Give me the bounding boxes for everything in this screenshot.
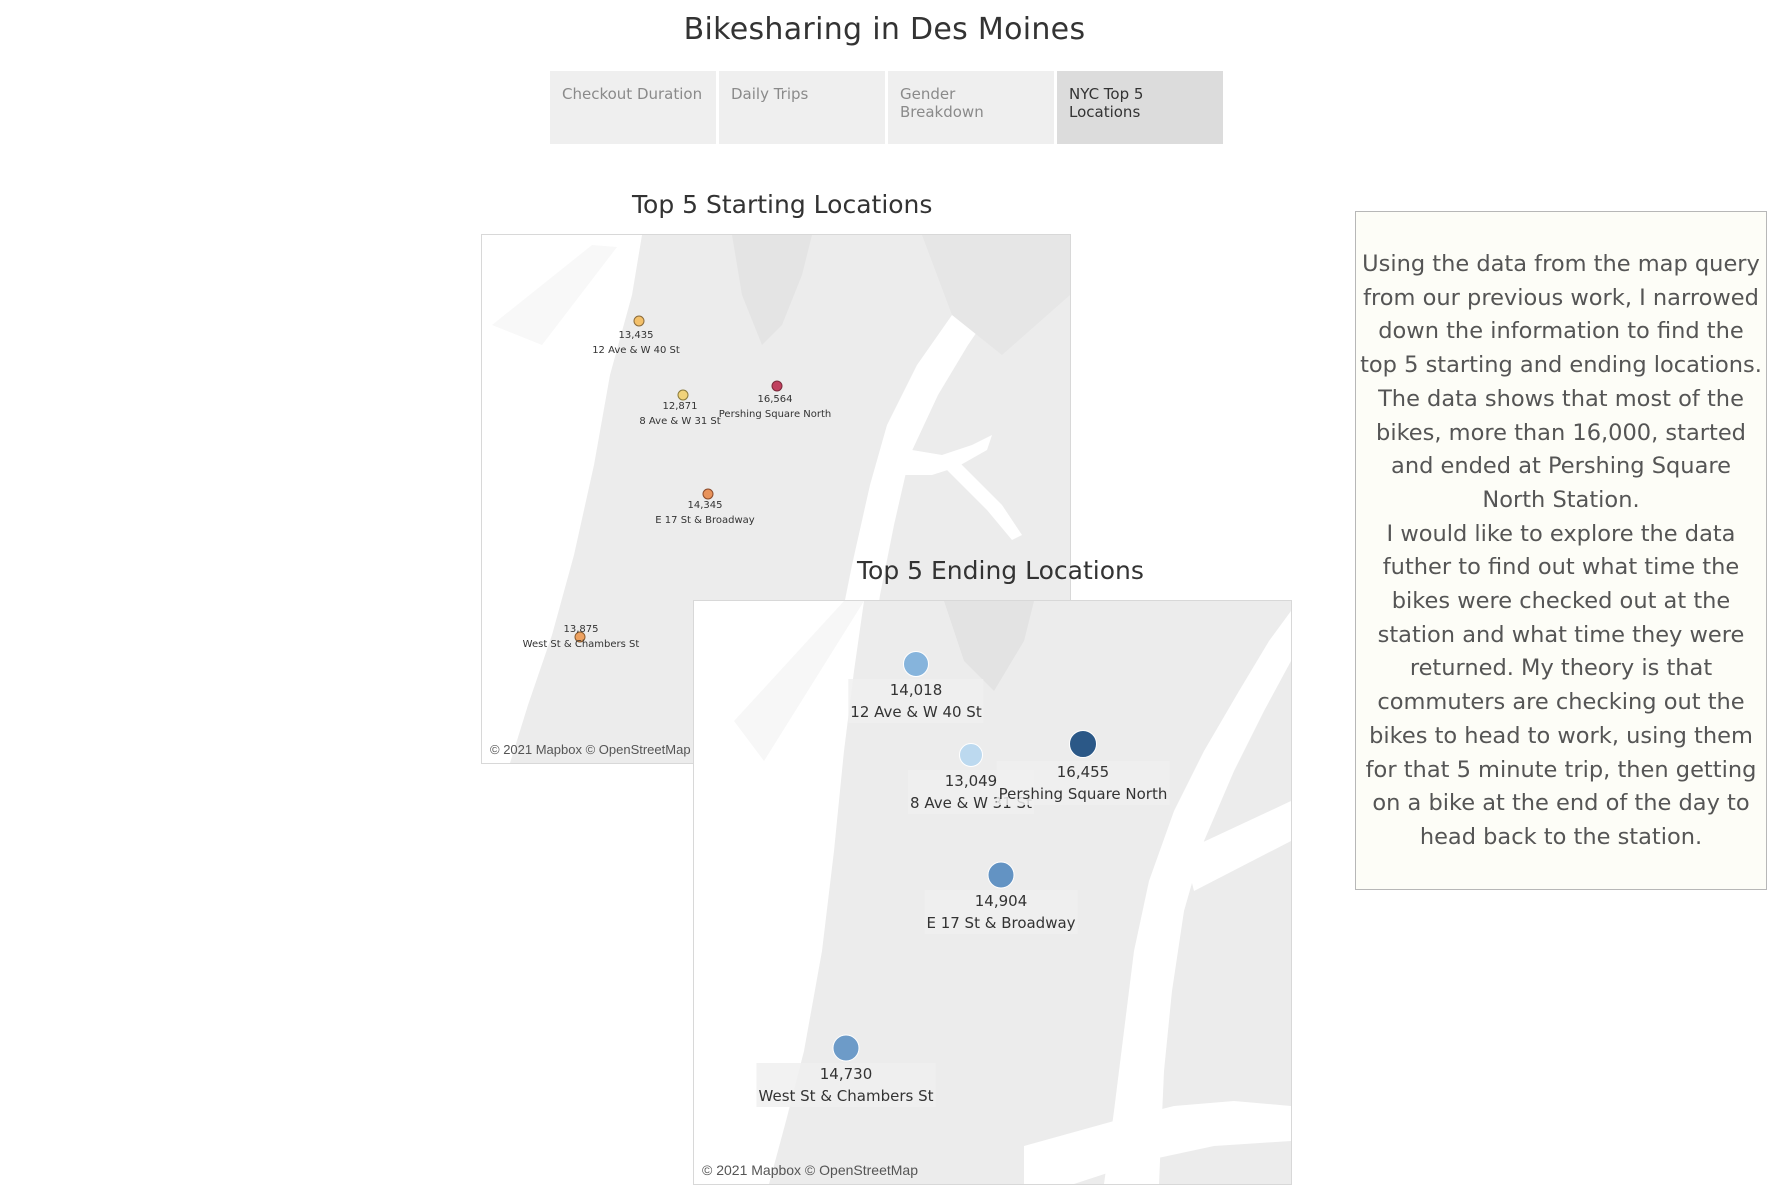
start-station: Pershing Square North [718,409,832,420]
end-station: Pershing Square North [998,785,1168,803]
start-value: 13,875 [563,624,599,635]
start-station: 12 Ave & W 40 St [592,345,680,356]
start-label-e-17-st-broadway: 14,345 E 17 St & Broadway [655,498,754,528]
start-dot-12-ave-w-40-st[interactable] [633,315,645,327]
end-dot-e-17-st-broadway[interactable] [987,861,1015,889]
end-station: West St & Chambers St [758,1087,934,1105]
end-station: 12 Ave & W 40 St [850,703,982,721]
tab-bar: Checkout Duration Daily Trips Gender Bre… [550,71,1223,144]
end-locations-map[interactable]: © 2021 Mapbox © OpenStreetMap 14,018 12 … [693,600,1292,1185]
end-dot-8-ave-w-31-st[interactable] [959,743,983,767]
start-value: 12,871 [662,401,698,412]
end-label-e-17-st-broadway: 14,904 E 17 St & Broadway [924,890,1078,934]
start-label-8-ave-w-31-st: 12,871 8 Ave & W 31 St [639,399,720,429]
end-label-west-st-chambers-st: 14,730 West St & Chambers St [756,1063,936,1107]
start-station: E 17 St & Broadway [655,515,755,526]
end-value: 14,018 [889,681,943,699]
start-map-credit: © 2021 Mapbox © OpenStreetMap [490,742,691,757]
end-map-title: Top 5 Ending Locations [857,556,1144,585]
start-value: 16,564 [757,394,793,405]
start-map-title: Top 5 Starting Locations [632,190,933,219]
end-value: 14,904 [974,892,1028,910]
tab-gender-breakdown[interactable]: Gender Breakdown [888,71,1054,144]
start-label-pershing-square-north: 16,564 Pershing Square North [719,392,831,422]
start-dot-pershing-square-north[interactable] [771,380,783,392]
start-station: West St & Chambers St [522,639,640,650]
end-dot-12-ave-w-40-st[interactable] [903,651,929,677]
tab-checkout-duration[interactable]: Checkout Duration [550,71,716,144]
start-value: 14,345 [687,500,723,511]
tab-nyc-top-5-locations[interactable]: NYC Top 5 Locations [1057,71,1223,144]
start-value: 13,435 [618,330,654,341]
tab-daily-trips[interactable]: Daily Trips [719,71,885,144]
start-label-12-ave-w-40-st: 13,435 12 Ave & W 40 St [592,328,680,358]
end-value: 16,455 [1056,763,1110,781]
start-station: 8 Ave & W 31 St [639,416,721,427]
end-label-pershing-square-north: 16,455 Pershing Square North [996,761,1170,805]
start-label-west-st-chambers-st: 13,875 West St & Chambers St [523,622,640,652]
end-dot-pershing-square-north[interactable] [1069,730,1097,758]
end-value: 14,730 [819,1065,873,1083]
analysis-note: Using the data from the map query from o… [1355,211,1767,890]
analysis-text: Using the data from the map query from o… [1360,251,1762,850]
end-dot-west-st-chambers-st[interactable] [832,1034,860,1062]
end-station: E 17 St & Broadway [926,914,1076,932]
dashboard-title: Bikesharing in Des Moines [683,12,1086,47]
end-label-12-ave-w-40-st: 14,018 12 Ave & W 40 St [848,679,984,723]
end-map-credit: © 2021 Mapbox © OpenStreetMap [702,1162,918,1178]
